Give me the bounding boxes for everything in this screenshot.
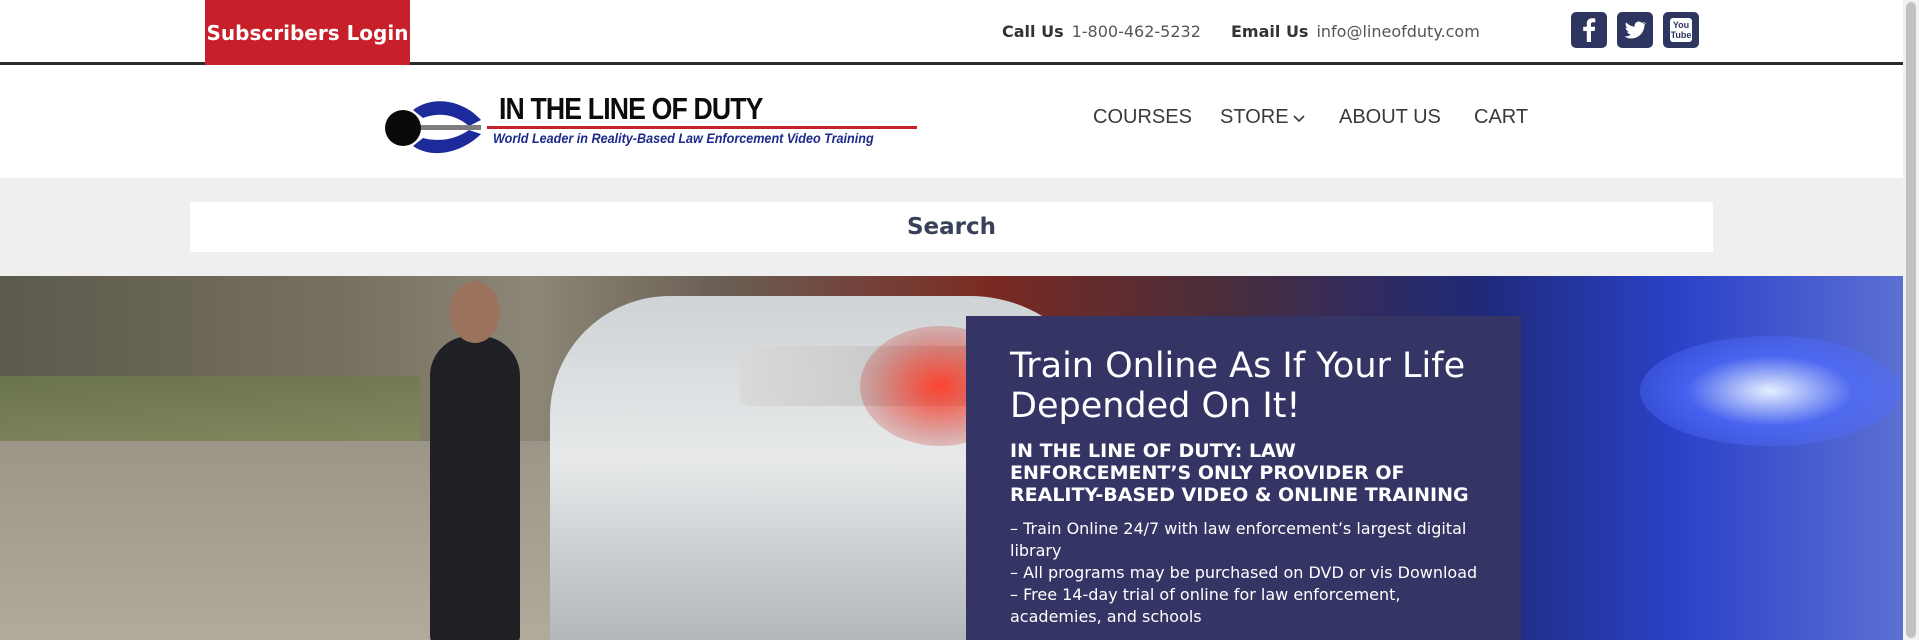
scrollbar-thumb[interactable] [1906,2,1916,638]
hero-officer-figure [430,336,520,640]
search-section: Search [0,178,1903,276]
nav-store[interactable]: STORE [1220,106,1305,129]
site-logo[interactable]: IN THE LINE OF DUTY World Leader in Real… [383,90,933,158]
search-input[interactable]: Search [190,202,1713,252]
site-header: IN THE LINE OF DUTY World Leader in Real… [0,68,1903,178]
nav-courses[interactable]: COURSES [1093,106,1192,129]
phone-number[interactable]: 1-800-462-5232 [1072,22,1201,41]
top-bar: Subscribers Login Call Us 1-800-462-5232 … [0,0,1903,65]
search-label: Search [906,214,997,240]
hero-banner: Train Online As If Your Life Depended On… [0,276,1903,640]
logo-emblem-icon [385,101,481,154]
svg-text:You: You [1673,20,1689,30]
hero-subheadline: IN THE LINE OF DUTY: LAW ENFORCEMENT’S O… [1010,440,1469,506]
hero-headline: Train Online As If Your Life Depended On… [1010,346,1466,426]
twitter-icon[interactable] [1617,12,1653,48]
hero-blue-light [1640,336,1900,446]
email-us-label: Email Us [1231,22,1309,41]
hero-bullet: – Train Online 24/7 with law enforcement… [1010,519,1467,560]
hero-officer-head [450,281,500,343]
logo-tagline: World Leader in Reality-Based Law Enforc… [493,130,874,146]
nav-store-label: STORE [1220,106,1289,128]
logo-title: IN THE LINE OF DUTY [499,91,763,126]
hero-card: Train Online As If Your Life Depended On… [966,316,1521,640]
facebook-icon[interactable] [1571,12,1607,48]
hero-bullet: – All programs may be purchased on DVD o… [1010,563,1478,582]
nav-cart[interactable]: CART [1474,106,1528,129]
hero-bullet: – Free 14-day trial of online for law en… [1010,585,1401,626]
email-address[interactable]: info@lineofduty.com [1316,22,1479,41]
email-us: Email Us info@lineofduty.com [1231,22,1480,41]
call-us-label: Call Us [1002,22,1064,41]
svg-text:Tube: Tube [1671,30,1692,40]
subscribers-login-button[interactable]: Subscribers Login [205,0,410,65]
nav-about-us[interactable]: ABOUT US [1339,106,1441,129]
logo-divider [487,126,917,129]
youtube-icon[interactable]: You Tube [1663,12,1699,48]
page-scrollbar[interactable] [1903,0,1919,640]
chevron-down-icon [1292,106,1305,129]
call-us: Call Us 1-800-462-5232 [1002,22,1201,41]
